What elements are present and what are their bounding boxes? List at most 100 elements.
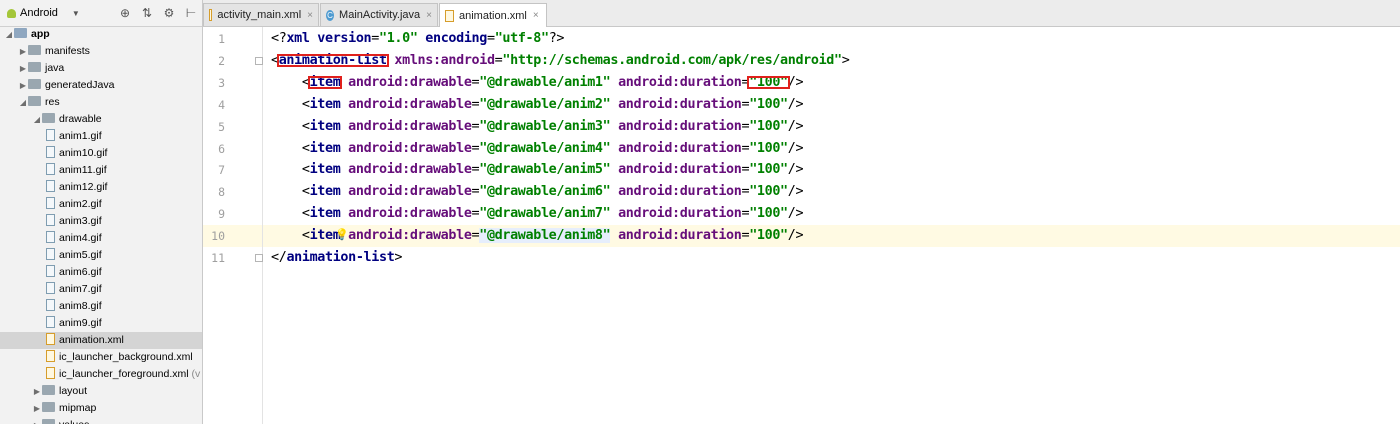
code-punctuation <box>610 119 618 134</box>
tree-item[interactable]: anim8.gif <box>0 298 202 315</box>
code-line[interactable]: <item android:drawable="@drawable/anim6"… <box>271 181 804 203</box>
code-punctuation: > <box>841 52 850 68</box>
fold-marker-icon[interactable] <box>255 254 263 262</box>
code-punctuation <box>610 228 618 243</box>
code-punctuation <box>610 75 618 90</box>
code-punctuation: < <box>271 96 310 112</box>
tree-item[interactable]: ◢ res <box>0 94 202 111</box>
expand-arrow-icon[interactable]: ◢ <box>32 111 42 128</box>
tree-item-label: anim1.gif <box>59 130 102 142</box>
code-line[interactable]: </animation-list> <box>271 247 402 269</box>
code-punctuation <box>610 206 618 221</box>
expand-arrow-icon[interactable]: ◢ <box>18 94 28 111</box>
xml-attribute-value: "@drawable/anim8" <box>479 228 611 244</box>
code-line[interactable]: <item android:drawable="@drawable/anim7"… <box>271 203 804 225</box>
xml-attribute: android:duration <box>618 184 742 200</box>
tree-item-label: res <box>45 96 60 108</box>
collapse-arrow-icon[interactable]: ▶ <box>32 383 42 400</box>
tree-item[interactable]: anim10.gif <box>0 145 202 162</box>
code-line[interactable]: <item android:drawable="@drawable/anim8"… <box>271 225 804 247</box>
xml-attribute-value: "100" <box>749 184 788 200</box>
xml-declaration: xml version <box>286 31 372 46</box>
editor-tab[interactable]: C MainActivity.java × <box>320 3 438 26</box>
collapse-arrow-icon[interactable]: ▶ <box>32 400 42 417</box>
folder-icon <box>28 96 41 107</box>
code-line[interactable]: <item android:drawable="@drawable/anim2"… <box>271 94 804 116</box>
tree-item[interactable]: ▶ values <box>0 417 202 424</box>
tree-item-label: generatedJava <box>45 79 115 91</box>
tree-item[interactable]: anim5.gif <box>0 247 202 264</box>
collapse-arrow-icon[interactable]: ▶ <box>18 43 28 60</box>
code-punctuation <box>610 97 618 112</box>
annotation-box-animation-list <box>276 53 389 67</box>
tree-item[interactable]: anim11.gif <box>0 162 202 179</box>
xml-tag-name: item <box>309 118 341 134</box>
xml-file-icon <box>46 333 55 346</box>
fold-marker-icon[interactable] <box>255 56 263 65</box>
code-editor[interactable]: <?xml version="1.0" encoding="utf-8"?> < a… <box>263 27 1400 424</box>
tree-item[interactable]: anim7.gif <box>0 281 202 298</box>
code-line[interactable]: <item android:drawable="@drawable/anim4"… <box>271 138 804 160</box>
close-icon[interactable]: × <box>533 10 539 21</box>
chevron-down-icon: ▼ <box>71 8 80 18</box>
image-file-icon <box>46 231 55 244</box>
close-icon[interactable]: × <box>426 10 432 21</box>
project-view-selector[interactable]: Android ▼ <box>3 3 84 23</box>
tree-item[interactable]: ic_launcher_background.xml <box>0 349 202 366</box>
tree-item[interactable]: ▶ mipmap <box>0 400 202 417</box>
code-punctuation <box>340 141 348 156</box>
line-number: 2 <box>218 53 225 68</box>
lightbulb-icon[interactable]: 💡 <box>335 228 349 241</box>
tree-item[interactable]: ic_launcher_foreground.xml (v <box>0 366 202 383</box>
code-punctuation: /> <box>787 184 804 200</box>
image-file-icon <box>46 180 55 193</box>
tree-item-label: java <box>45 62 65 74</box>
line-number: 6 <box>218 141 225 156</box>
code-punctuation: /> <box>787 118 804 134</box>
editor-tab[interactable]: activity_main.xml × <box>203 3 319 26</box>
tree-item-label: anim2.gif <box>59 198 102 210</box>
tree-item[interactable]: animation.xml <box>0 332 202 349</box>
sync-target-icon[interactable]: ⊕ <box>114 3 136 23</box>
tree-item[interactable]: ◢ drawable <box>0 111 202 128</box>
image-file-icon <box>46 163 55 176</box>
tree-item[interactable]: anim12.gif <box>0 179 202 196</box>
code-punctuation <box>610 141 618 156</box>
tree-item[interactable]: ▶ layout <box>0 383 202 400</box>
code-line[interactable]: <item android:drawable="@drawable/anim5"… <box>271 159 804 181</box>
xml-file-icon <box>209 9 213 21</box>
code-line[interactable]: <?xml version="1.0" encoding="utf-8"?> <box>271 28 564 50</box>
tree-item[interactable]: anim9.gif <box>0 315 202 332</box>
hide-panel-icon[interactable]: ⊢ <box>180 3 202 23</box>
xml-tag-name: item <box>309 206 341 222</box>
gear-icon[interactable]: ⚙ <box>158 3 180 23</box>
tree-item[interactable]: ▶ manifests <box>0 43 202 60</box>
code-punctuation: /> <box>787 74 804 90</box>
collapse-arrow-icon[interactable]: ▶ <box>18 60 28 77</box>
editor-tab[interactable]: animation.xml × <box>439 3 547 27</box>
tree-item[interactable]: anim1.gif <box>0 128 202 145</box>
tree-item[interactable]: anim2.gif <box>0 196 202 213</box>
tree-item[interactable]: anim6.gif <box>0 264 202 281</box>
code-punctuation: < <box>271 118 310 134</box>
collapse-arrow-icon[interactable]: ▶ <box>18 77 28 94</box>
code-punctuation: /> <box>787 206 804 222</box>
code-line[interactable]: <item android:drawable="@drawable/anim3"… <box>271 116 804 138</box>
annotation-box-duration <box>747 75 790 89</box>
collapse-all-icon[interactable]: ⇅ <box>136 3 158 23</box>
tree-item[interactable]: anim3.gif <box>0 213 202 230</box>
editor-tab-label: activity_main.xml <box>217 9 302 21</box>
tree-item[interactable]: anim4.gif <box>0 230 202 247</box>
code-line[interactable]: <item android:drawable="@drawable/anim1"… <box>271 72 804 94</box>
close-icon[interactable]: × <box>307 10 313 21</box>
folder-icon <box>28 45 41 56</box>
tree-item[interactable]: ◢ app <box>0 26 202 43</box>
xml-attribute-value: "@drawable/anim3" <box>479 118 611 134</box>
xml-attribute-value: "@drawable/anim7" <box>479 206 611 222</box>
collapse-arrow-icon[interactable]: ▶ <box>32 417 42 424</box>
expand-arrow-icon[interactable]: ◢ <box>4 26 14 43</box>
tree-item[interactable]: ▶ generatedJava <box>0 77 202 94</box>
tree-item-label: anim8.gif <box>59 300 102 312</box>
line-number: 3 <box>218 75 225 90</box>
tree-item[interactable]: ▶ java <box>0 60 202 77</box>
